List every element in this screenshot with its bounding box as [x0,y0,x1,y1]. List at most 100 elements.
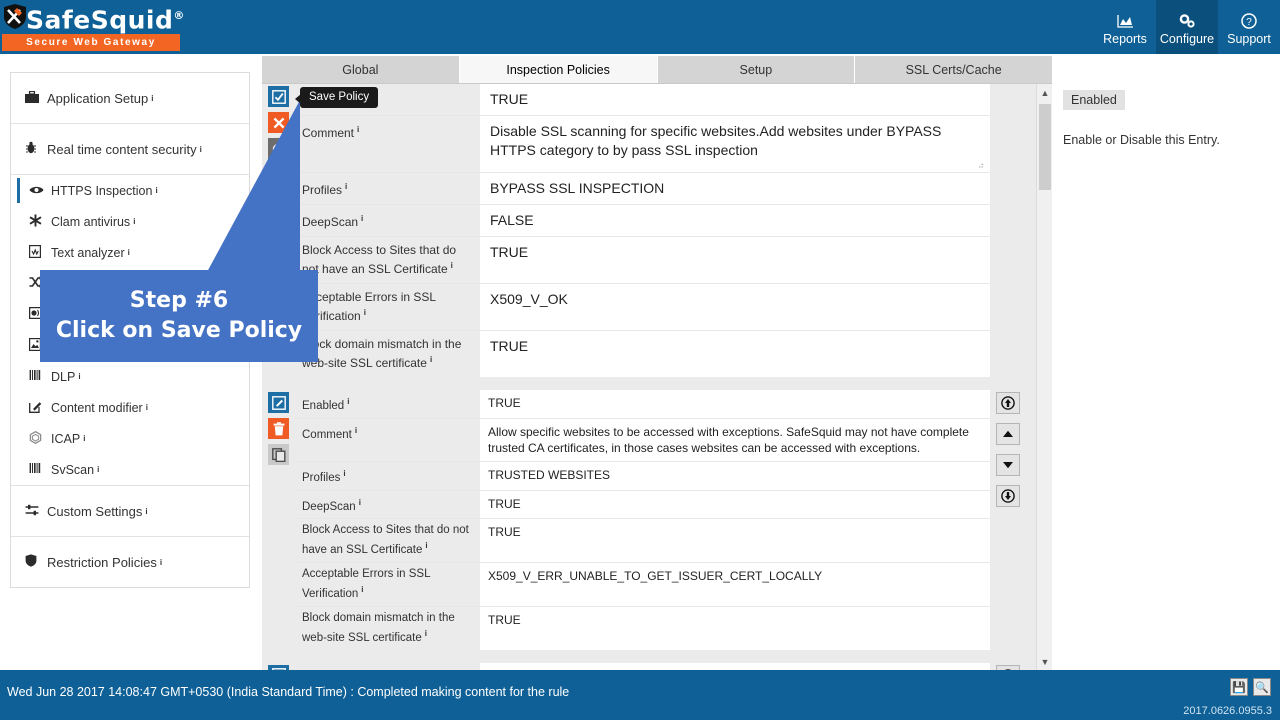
policy-field-value[interactable]: TRUE [480,84,990,115]
info-hint-icon[interactable]: i [78,372,80,381]
field-label-text: Enabled [302,399,345,412]
app-logo[interactable]: SafeSquid® Secure Web Gateway [0,0,184,54]
policy-field-label: Profiles i [294,173,480,204]
policy-field-value[interactable]: Disable SSL scanning for specific websit… [480,116,990,172]
info-hint-icon[interactable]: i [361,214,363,223]
field-label-text: Block domain mismatch in the web-site SS… [302,337,462,370]
scroll-down-arrow[interactable]: ▼ [1037,653,1052,670]
policy-field-row: Block Access to Sites that do not have a… [294,237,990,284]
scrollbar-thumb[interactable] [1039,104,1051,190]
field-label-text: Block Access to Sites that do not have a… [302,243,457,276]
info-hint-icon[interactable]: i [425,629,427,638]
policy-field-value[interactable]: BYPASS SSL INSPECTION [480,173,990,204]
info-hint-icon[interactable]: i [451,261,453,270]
info-hint-icon[interactable]: i [133,217,135,226]
hexagon-icon [29,430,51,447]
callout-line-1: Step #6 [129,288,229,313]
field-label-text: Profiles [302,471,341,484]
info-hint-icon[interactable]: i [155,186,157,195]
nav-item-label: Configure [1159,31,1215,46]
field-label-text: Acceptable Errors in SSL Verification [302,290,436,323]
policy-field-value[interactable]: TRUE [480,331,990,377]
edit-policy-button[interactable] [268,392,289,413]
info-hint-icon[interactable]: i [425,541,427,550]
policy-field-label: Block Access to Sites that do not have a… [294,519,480,563]
info-hint-icon[interactable]: i [359,498,361,507]
tab-setup[interactable]: Setup [657,56,856,83]
sidebar-item-label: Application Setup [47,90,149,106]
save-policy-tooltip: Save Policy [294,87,379,108]
top-header-bar: SafeSquid® Secure Web Gateway Reports Con… [0,0,1280,54]
help-description: Enable or Disable this Entry. [1063,133,1220,147]
info-hint-icon[interactable]: i [364,308,366,317]
tab-global[interactable]: Global [262,56,460,83]
info-hint-icon[interactable]: i [160,558,162,567]
sidebar-item-dlp[interactable]: DLP i [11,361,249,392]
policy-list: EnablediTRUECommentiDisable SSL scanning… [262,84,1036,670]
vertical-scrollbar[interactable]: ▲ ▼ [1036,84,1052,670]
info-hint-icon[interactable]: i [151,94,153,103]
field-label-text: DeepScan [302,500,356,513]
question-circle-icon: ? [1241,11,1257,31]
top-navigation: Reports Configure? Support [1094,0,1280,54]
eye-icon [29,183,51,198]
move-to-bottom-button[interactable] [996,485,1020,507]
sidebar-item-label: Custom Settings [47,503,143,519]
scroll-up-arrow[interactable]: ▲ [1037,84,1052,101]
info-hint-icon[interactable]: i [145,507,147,516]
search-button[interactable]: 🔍 [1253,678,1271,696]
tab-inspection-policies[interactable]: Inspection Policies [459,56,658,83]
sidebar-item-content-modifier[interactable]: Content modifier i [11,392,249,423]
policy-field-label: Acceptable Errors in SSL Verification i [294,284,480,330]
info-hint-icon[interactable]: i [357,125,359,134]
info-hint-icon[interactable]: i [355,426,357,435]
sidebar-item-label: DLP [51,369,76,384]
field-label-text: Comment [302,126,355,140]
sidebar-item-svscan[interactable]: SvScan i [11,454,249,485]
info-hint-icon[interactable]: i [343,469,345,478]
info-hint-icon[interactable]: i [83,434,85,443]
nav-item-reports[interactable]: Reports [1094,0,1156,54]
field-value-text: TRUE [488,613,521,628]
sidebar-item-custom-settings[interactable]: Custom Settings i [11,486,249,536]
save-config-button[interactable]: 💾 [1230,678,1248,696]
field-value-text: X509_V_OK [490,291,568,307]
policy-field-value[interactable]: TRUE [480,237,990,283]
info-hint-icon[interactable]: i [146,403,148,412]
info-hint-icon[interactable]: i [128,248,130,257]
policy-action-buttons [262,390,294,650]
policy-field-table: EnablediTRUECommentiDisable SSL scanning… [294,84,990,377]
policy-field-value[interactable]: FALSE [480,205,990,236]
gears-icon [1178,11,1196,31]
tab-ssl-certs-cache[interactable]: SSL Certs/Cache [855,56,1052,83]
policy-field-row: EnablediTRUE [294,662,990,670]
policy-field-label: Profiles i [294,461,480,490]
info-hint-icon[interactable]: i [97,465,99,474]
move-down-button[interactable] [996,454,1020,476]
policy-reorder-buttons [990,390,1036,650]
move-to-top-button[interactable] [996,392,1020,414]
nav-item-support[interactable]: ? Support [1218,0,1280,54]
info-hint-icon[interactable]: i [430,355,432,364]
policy-field-row: DeepScan i TRUE [294,490,990,520]
policy-field-value: TRUE [480,519,990,563]
sidebar-item-restriction-policies[interactable]: Restriction Policies i [11,537,249,587]
policy-field-value: TRUE [480,390,990,418]
sidebar-item-icap[interactable]: ICAP i [11,423,249,454]
policy-field-value: TRUE [480,662,990,670]
resize-grip-icon[interactable]: ⠴ [978,161,987,170]
info-hint-icon[interactable]: i [345,182,347,191]
sliders-icon [25,504,47,519]
copy-policy-button[interactable] [268,444,289,465]
nav-item-label: Support [1227,31,1271,46]
policy-field-value[interactable]: X509_V_OK [480,284,990,330]
nav-item-configure[interactable]: Configure [1156,0,1218,54]
info-hint-icon[interactable]: i [361,585,363,594]
sidebar-group: Restriction Policies i [11,537,249,587]
sidebar-item-label: SvScan [51,462,95,477]
policy-action-buttons [262,663,294,670]
delete-policy-button[interactable] [268,418,289,439]
policy-field-label: Enabledi [294,390,480,418]
move-up-button[interactable] [996,423,1020,445]
info-hint-icon[interactable]: i [347,397,349,406]
